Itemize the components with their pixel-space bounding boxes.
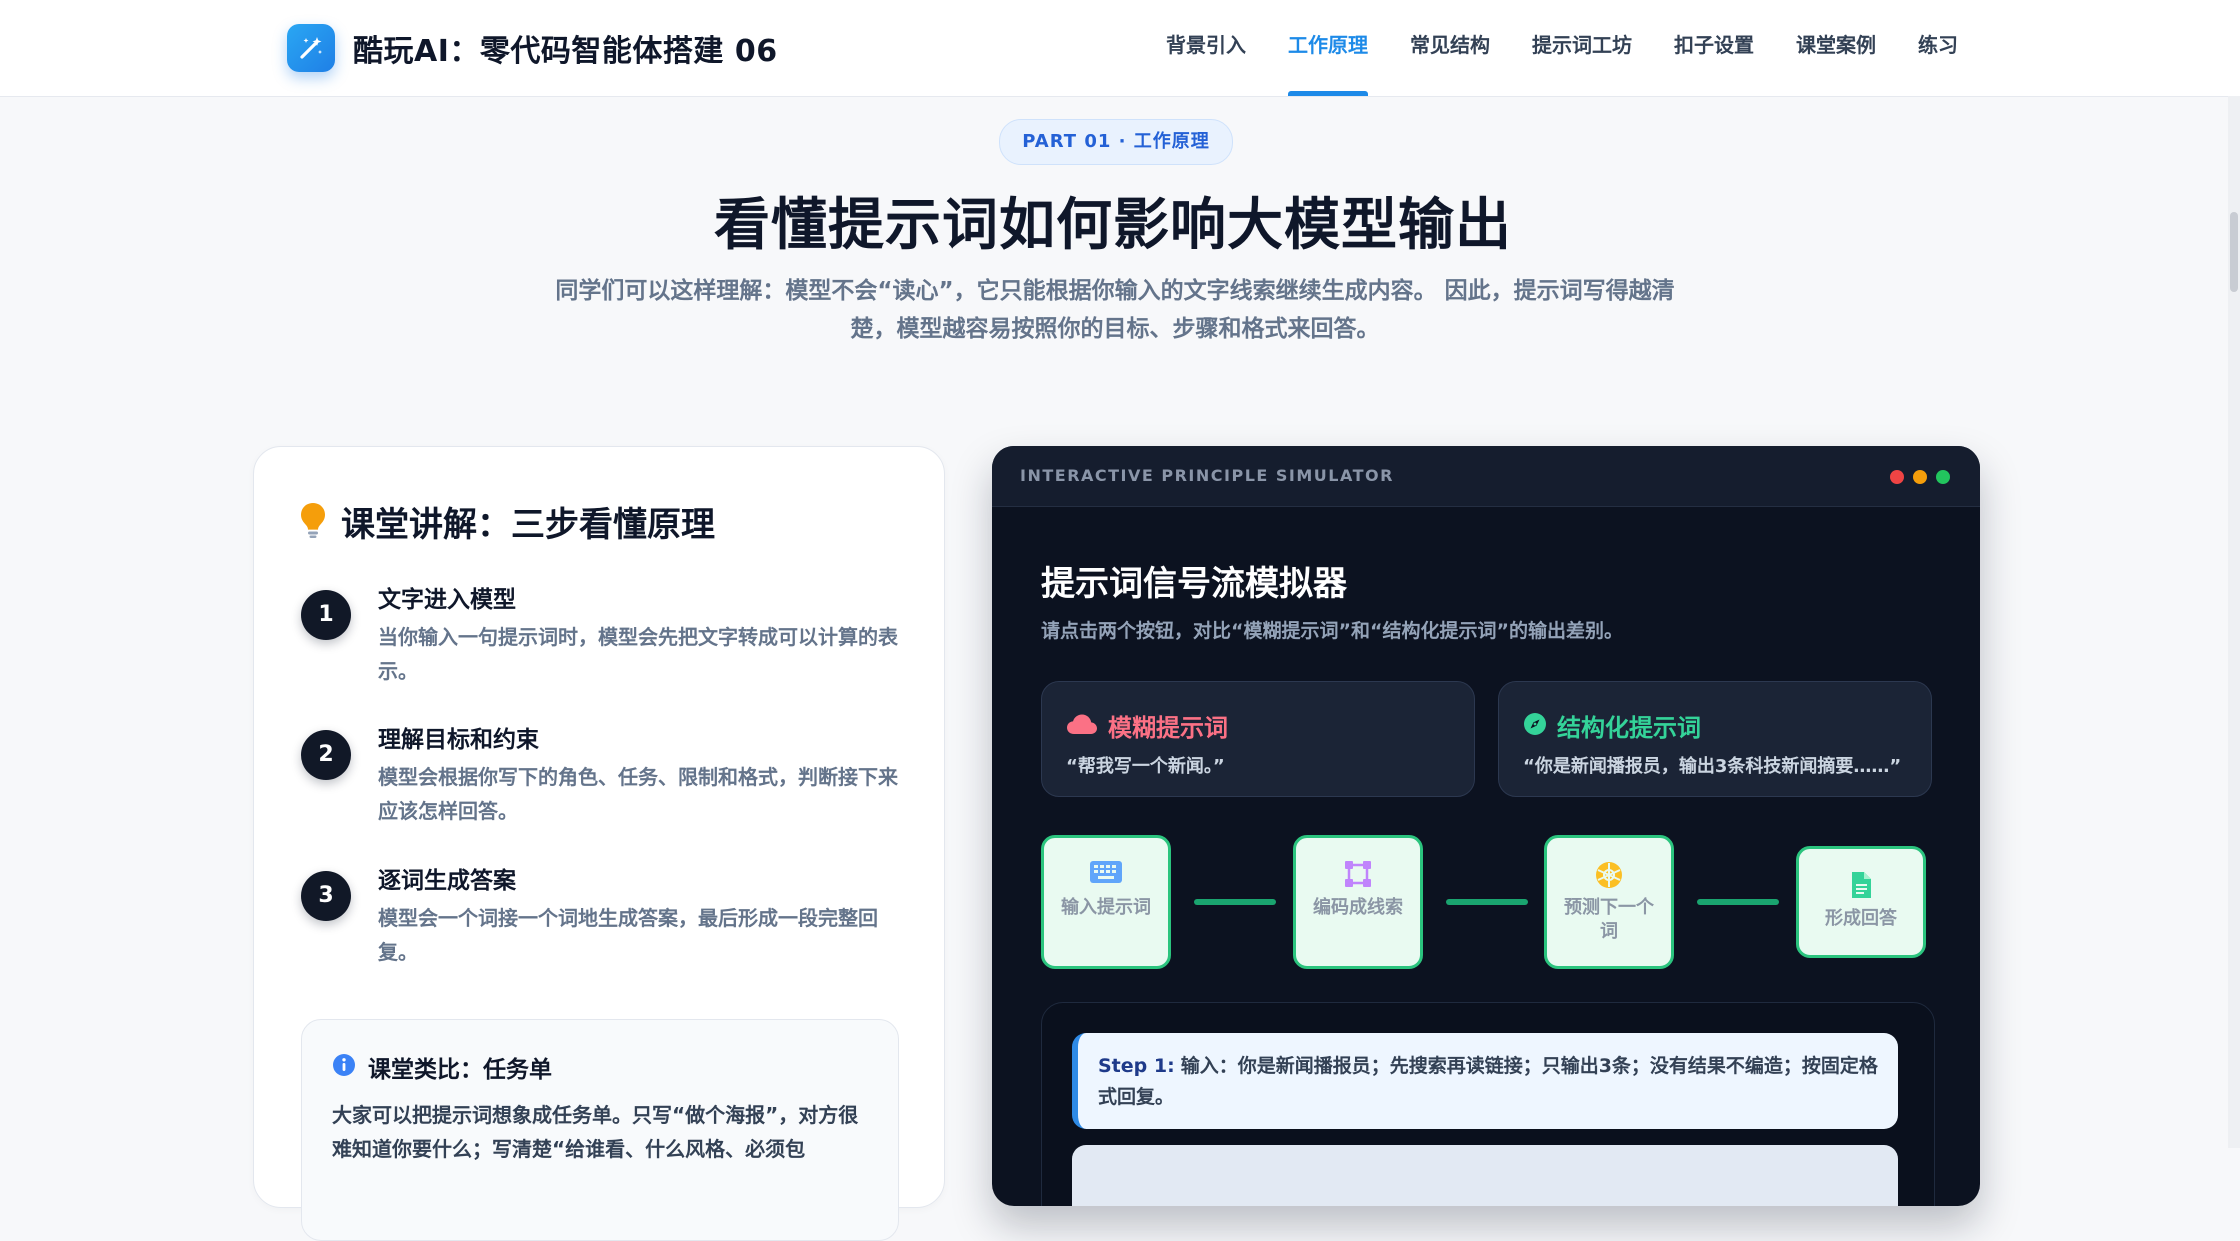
step-content: 输入：你是新闻播报员；先搜索再读链接；只输出3条；没有结果不编造；按固定格式回复… — [1098, 1055, 1878, 1108]
flow-connector — [1697, 899, 1779, 905]
brain-icon — [1547, 860, 1671, 888]
flow-node-encode: 编码成线索 — [1293, 835, 1423, 969]
page-scrollbar[interactable] — [2228, 96, 2240, 1148]
step-number: 2 — [301, 730, 351, 780]
mode-header: 模糊提示词 — [1066, 708, 1228, 743]
step-description: 模型会根据你写下的角色、任务、限制和格式，判断接下来应该怎样回答。 — [378, 765, 898, 823]
nav-item-coze-settings[interactable]: 扣子设置 — [1674, 0, 1754, 96]
flow-label: 输入提示词 — [1061, 897, 1151, 918]
flow-node-predict: 预测下一个词 — [1544, 835, 1674, 969]
flow-label: 预测下一个词 — [1564, 897, 1654, 942]
page-subtitle: 同学们可以这样理解：模型不会“读心”，它只能根据你输入的文字线索继续生成内容。 … — [555, 278, 1675, 342]
window-dot-yellow — [1913, 470, 1927, 484]
cloud-icon — [1066, 713, 1098, 739]
simulator-title-bar: INTERACTIVE PRINCIPLE SIMULATOR — [992, 446, 1980, 507]
vague-prompt-button[interactable]: 模糊提示词 “帮我写一个新闻。” — [1041, 681, 1475, 797]
simulator-title: 提示词信号流模拟器 — [1041, 564, 1347, 604]
analogy-text: 大家可以把提示词想象成任务单。只写“做个海报”，对方很难知道你要什么；写清楚“给… — [332, 1103, 859, 1161]
nav-item-principle[interactable]: 工作原理 — [1288, 0, 1368, 96]
analogy-title: 课堂类比：任务单 — [368, 1057, 552, 1083]
step-title: 理解目标和约束 — [378, 727, 539, 753]
step-output-text: Step 1: 输入：你是新闻播报员；先搜索再读链接；只输出3条；没有结果不编造；… — [1098, 1051, 1888, 1113]
simulator-subtitle: 请点击两个按钮，对比“模糊提示词”和“结构化提示词”的输出差别。 — [1041, 620, 1623, 642]
analogy-box: 课堂类比：任务单 大家可以把提示词想象成任务单。只写“做个海报”，对方很难知道你… — [301, 1019, 899, 1241]
lecture-header: 课堂讲解：三步看懂原理 — [299, 497, 715, 546]
mode-name: 结构化提示词 — [1557, 714, 1701, 742]
nav-item-practice[interactable]: 练习 — [1918, 0, 1958, 96]
step-output-box: Step 1: 输入：你是新闻播报员；先搜索再读链接；只输出3条；没有结果不编造；… — [1072, 1033, 1898, 1129]
document-icon — [1799, 871, 1923, 899]
lightbulb-icon — [299, 501, 327, 543]
next-step-box — [1072, 1145, 1898, 1206]
nav-item-prompt-workshop[interactable]: 提示词工坊 — [1532, 0, 1632, 96]
keyboard-icon — [1044, 860, 1168, 888]
flow-connector — [1446, 899, 1528, 905]
site-title: 酷玩AI：零代码智能体搭建 06 — [353, 34, 778, 69]
simulator-bar-label: INTERACTIVE PRINCIPLE SIMULATOR — [1020, 466, 1394, 485]
mode-example: “帮我写一个新闻。” — [1066, 756, 1225, 777]
section-badge: PART 01 · 工作原理 — [999, 119, 1233, 165]
window-dot-red — [1890, 470, 1904, 484]
mode-header: 结构化提示词 — [1523, 708, 1701, 743]
brand[interactable]: 酷玩AI：零代码智能体搭建 06 — [287, 24, 778, 72]
analogy-header: 课堂类比：任务单 — [332, 1050, 552, 1084]
flow-connector — [1194, 899, 1276, 905]
lecture-card: 课堂讲解：三步看懂原理 1 文字进入模型 当你输入一句提示词时，模型会先把文字转… — [253, 446, 945, 1241]
step-title: 文字进入模型 — [378, 587, 516, 613]
scrollbar-thumb[interactable] — [2230, 212, 2238, 292]
output-step-panel: Step 1: 输入：你是新闻播报员；先搜索再读链接；只输出3条；没有结果不编造；… — [1041, 1002, 1935, 1206]
flow-node-input: 输入提示词 — [1041, 835, 1171, 969]
flow-label: 形成回答 — [1825, 908, 1897, 929]
window-dot-green — [1936, 470, 1950, 484]
mode-example: “你是新闻播报员，输出3条科技新闻摘要……” — [1523, 756, 1902, 777]
flow-node-answer: 形成回答 — [1796, 846, 1926, 958]
flow-label: 编码成线索 — [1313, 897, 1403, 918]
step-title: 逐词生成答案 — [378, 868, 516, 894]
nav-item-structure[interactable]: 常见结构 — [1410, 0, 1490, 96]
step-number: 1 — [301, 590, 351, 640]
step-description: 模型会一个词接一个词地生成答案，最后形成一段完整回复。 — [378, 906, 878, 964]
structured-prompt-button[interactable]: 结构化提示词 “你是新闻播报员，输出3条科技新闻摘要……” — [1498, 681, 1932, 797]
page-title: 看懂提示词如何影响大模型输出 — [714, 193, 1512, 258]
step-label: Step 1: — [1098, 1055, 1175, 1077]
vector-square-icon — [1296, 860, 1420, 888]
step-number: 3 — [301, 871, 351, 921]
principle-simulator: INTERACTIVE PRINCIPLE SIMULATOR 提示词信号流模拟… — [992, 446, 1980, 1206]
magic-wand-icon — [287, 24, 335, 72]
nav-item-class-cases[interactable]: 课堂案例 — [1796, 0, 1876, 96]
info-icon — [332, 1053, 356, 1081]
step-description: 当你输入一句提示词时，模型会先把文字转成可以计算的表示。 — [378, 625, 898, 683]
top-navigation-bar: 酷玩AI：零代码智能体搭建 06 背景引入 工作原理 常见结构 提示词工坊 扣子… — [0, 0, 2240, 97]
main-nav: 背景引入 工作原理 常见结构 提示词工坊 扣子设置 课堂案例 练习 — [1166, 0, 2000, 96]
compass-icon — [1523, 712, 1547, 740]
nav-item-background[interactable]: 背景引入 — [1166, 0, 1246, 96]
mode-name: 模糊提示词 — [1108, 714, 1228, 742]
lecture-title: 课堂讲解：三步看懂原理 — [341, 505, 715, 545]
